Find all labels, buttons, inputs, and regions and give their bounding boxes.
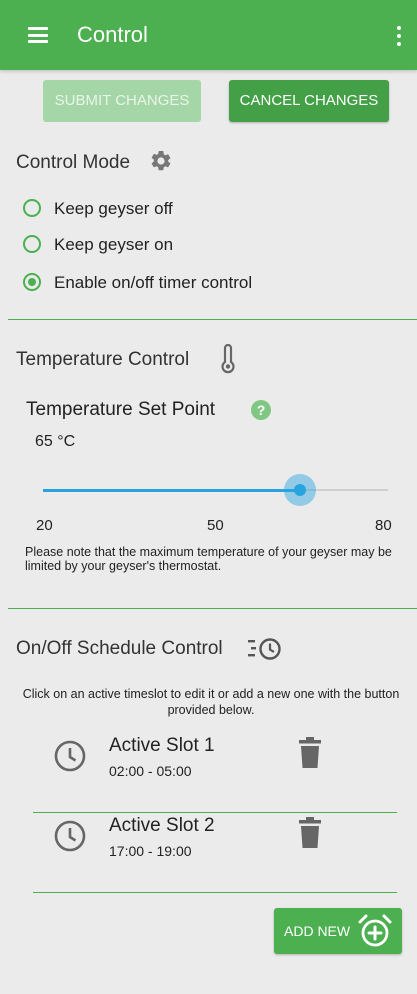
- thermometer-icon: [221, 344, 235, 374]
- section-divider: [8, 608, 417, 609]
- slider-tick-min: 20: [36, 517, 53, 534]
- timeslot-name: Active Slot 2: [109, 815, 215, 836]
- timeslot-time: 02:00 - 05:00: [109, 763, 192, 779]
- hamburger-menu-icon[interactable]: [28, 27, 48, 43]
- temperature-slider-track[interactable]: [43, 488, 388, 492]
- help-icon[interactable]: ?: [251, 400, 271, 420]
- clock-icon: [54, 740, 86, 772]
- app-bar: Control: [0, 0, 417, 70]
- timeslot-item[interactable]: Active Slot 1 02:00 - 05:00: [33, 733, 397, 813]
- timeslot-divider: [33, 892, 397, 893]
- radio-label: Keep geyser on: [54, 235, 174, 254]
- radio-label: Enable on/off timer control: [54, 273, 253, 292]
- radio-button-selected[interactable]: [23, 273, 41, 291]
- timeslot-item[interactable]: Active Slot 2 17:00 - 19:00: [33, 813, 397, 893]
- add-new-button[interactable]: ADD NEW: [274, 908, 402, 954]
- submit-changes-button[interactable]: SUBMIT CHANGES: [43, 80, 201, 122]
- radio-label: Keep geyser off: [54, 199, 173, 218]
- setpoint-label: Temperature Set Point: [26, 399, 216, 420]
- thermostat-note: Please note that the maximum temperature…: [25, 545, 392, 573]
- page-title: Control: [77, 22, 148, 47]
- radio-button[interactable]: [23, 199, 41, 217]
- gear-icon: [151, 150, 171, 171]
- delete-icon[interactable]: [298, 737, 322, 769]
- add-new-label: ADD NEW: [284, 923, 351, 939]
- radio-button[interactable]: [23, 235, 41, 253]
- timeslot-time: 17:00 - 19:00: [109, 843, 192, 859]
- delete-icon[interactable]: [298, 817, 322, 849]
- setpoint-value: 65 °C: [35, 433, 76, 450]
- slider-tick-mid: 50: [207, 517, 224, 534]
- control-mode-title: Control Mode: [16, 152, 131, 173]
- section-divider: [8, 319, 417, 320]
- add-alarm-icon: [358, 914, 392, 947]
- temperature-slider-fill: [43, 488, 301, 492]
- slider-tick-max: 80: [375, 517, 392, 534]
- temperature-control-title: Temperature Control: [16, 349, 190, 370]
- timeslot-name: Active Slot 1: [109, 735, 215, 756]
- clock-icon: [54, 820, 86, 852]
- action-row: SUBMIT CHANGES CANCEL CHANGES: [0, 80, 417, 122]
- cancel-changes-button[interactable]: CANCEL CHANGES: [229, 80, 389, 122]
- schedule-clock-icon: [248, 638, 281, 660]
- schedule-control-title: On/Off Schedule Control: [16, 638, 223, 659]
- schedule-info-text: Click on an active timeslot to edit it o…: [22, 687, 400, 717]
- temperature-slider-thumb[interactable]: [294, 484, 307, 496]
- more-vert-icon[interactable]: [396, 26, 402, 46]
